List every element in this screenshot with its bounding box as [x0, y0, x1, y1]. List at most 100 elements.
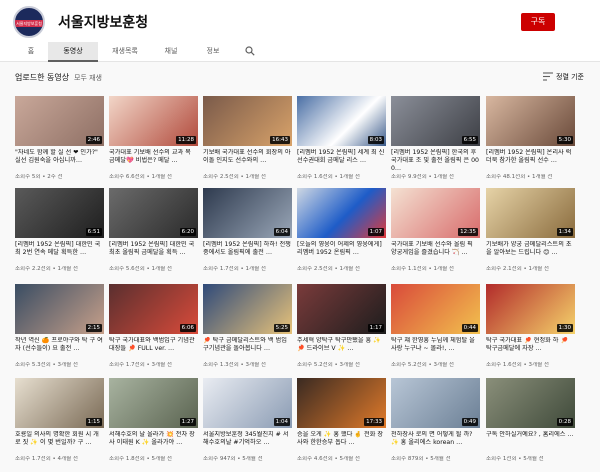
video-title[interactable]: [리멤버 1952 온림픽] 온리사 럭더북 참가한 올림픽 선수 … [486, 149, 575, 173]
video-card[interactable]: 1:34 기보배가 양궁 금메달리스트의 초을 알아보는 드립니다 😊 … 조회수 … [486, 188, 575, 282]
subscribe-button[interactable]: 구독 [521, 13, 555, 31]
video-title[interactable]: 승을 오게 ✨ 홍 했다 🤞 전화 장사와 한한승부 돕다 … [297, 431, 386, 455]
video-card[interactable]: 11:28 국가대표 기보배 선수의 교과 목 금메달💖 비법은? 메달 … 조회수… [109, 96, 198, 190]
video-card[interactable]: 5:25 🏓 탁구 금메달리스트와 백 범입구기념관을 돌아봅니다 … 조회수 1.… [203, 284, 292, 378]
video-thumbnail[interactable]: 17:33 [297, 378, 386, 428]
tab-channels[interactable]: 채널 [150, 42, 192, 62]
video-card[interactable]: 16:43 기보배 국가대표 선수의 회장의 아이돌 인지도 선수와의 … 조회수 … [203, 96, 292, 190]
video-card[interactable]: 1:07 [오늘의 영웅이 어제의 영웅에게] 리멤버 1952 온림픽 … 조회수… [297, 188, 386, 282]
video-card[interactable]: 6:51 [리멤버 1952 온림픽] 대한민 국 최 2번 연속 메달 획득한 … [15, 188, 104, 282]
video-thumbnail[interactable]: 1:04 [203, 378, 292, 428]
sort-label[interactable]: 정렬 기준 [556, 72, 584, 82]
video-title[interactable]: 호룡일 의사의 명확한 회원 시 개로 짓 ✨ 이 몇 번일까? 구 … [15, 431, 104, 455]
video-meta: 조회수 9.9천회 • 1개월 전 [391, 174, 454, 180]
video-card[interactable]: 1:17 주세혁 양탁구 탁구만됐을 흥 ✨ 🏓 드라이브 V ✨ … 조회수 5.… [297, 284, 386, 378]
sort-icon[interactable] [543, 72, 553, 81]
video-thumbnail[interactable]: 1:17 [297, 284, 386, 334]
video-duration: 1:27 [179, 418, 196, 426]
video-meta: 조회수 48.1천회 • 1개월 전 [486, 174, 553, 180]
video-card[interactable]: 0:49 천하장사 로의 면 어떻게 될 까? ✨ 홍 올리에스 korean …… [391, 378, 480, 472]
search-icon[interactable] [245, 46, 255, 56]
video-card[interactable]: 2:46 "자네도 함께 할 실 선 ❤ 인가?" 실선 김원숙을 아십니까… 조회… [15, 96, 104, 190]
video-title[interactable]: "자네도 함께 할 실 선 ❤ 인가?" 실선 김원숙을 아십니까… [15, 149, 104, 173]
video-card[interactable]: 6:04 [리멤버 1952 온림픽] 하하! 전쟁 중에서도 올림픽에 출전 …… [203, 188, 292, 282]
video-thumbnail[interactable]: 1:34 [486, 188, 575, 238]
video-duration: 8:03 [367, 136, 384, 144]
video-duration: 2:15 [85, 324, 102, 332]
video-title[interactable]: 기보배 국가대표 선수의 회장의 아이돌 인지도 선수와의 … [203, 149, 292, 173]
video-title[interactable]: 🏓 탁구 금메달리스트와 백 범입구기념관을 돌아봅니다 … [203, 337, 292, 361]
video-card[interactable]: 1:15 호룡일 의사의 명확한 회원 시 개로 짓 ✨ 이 몇 번일까? 구 …… [15, 378, 104, 472]
video-title[interactable]: 주세혁 양탁구 탁구만됐을 흥 ✨ 🏓 드라이브 V ✨ … [297, 337, 386, 361]
video-duration: 6:20 [179, 228, 196, 236]
video-card[interactable]: 5:30 [리멤버 1952 온림픽] 온리사 럭더북 참가한 올림픽 선수 … 조… [486, 96, 575, 190]
video-thumbnail[interactable]: 2:46 [15, 96, 104, 146]
video-title[interactable]: [리멤버 1952 온림픽] 세계 최 신선수권대회 금메달 리스 … [297, 149, 386, 173]
video-title[interactable]: 국가대표 기보배 선수와 올림 픽 양궁게임을 즐겼습니다 🏹 … [391, 241, 480, 265]
video-duration: 1:15 [85, 418, 102, 426]
video-duration: 1:04 [273, 418, 290, 426]
tab-playlists[interactable]: 재생목록 [100, 42, 150, 62]
video-thumbnail[interactable]: 0:49 [391, 378, 480, 428]
video-thumbnail[interactable]: 12:35 [391, 188, 480, 238]
video-card[interactable]: 12:35 국가대표 기보배 선수와 올림 픽 양궁게임을 즐겼습니다 🏹 … 조회… [391, 188, 480, 282]
video-title[interactable]: [오늘의 영웅이 어제의 영웅에게] 리멤버 1952 온림픽 … [297, 241, 386, 265]
play-all-button[interactable]: 모두 재생 [74, 73, 102, 83]
video-thumbnail[interactable]: 8:03 [297, 96, 386, 146]
video-title[interactable]: 탁구 쟤 한영흥 누님께 체험탈 을 사랑 누구냐 ~ 몰라!, … [391, 337, 480, 361]
video-thumbnail[interactable]: 5:25 [203, 284, 292, 334]
video-thumbnail[interactable]: 11:28 [109, 96, 198, 146]
video-card[interactable]: 1:30 탁구 국가대표 🏓 현정화 하 🏓 탁구금메달에 자장 … 조회수 1.6… [486, 284, 575, 378]
channel-avatar[interactable]: 서울지방보훈청 [13, 6, 45, 38]
video-duration: 16:43 [270, 136, 290, 144]
video-thumbnail[interactable]: 6:55 [391, 96, 480, 146]
video-thumbnail[interactable]: 6:51 [15, 188, 104, 238]
video-card[interactable]: 6:55 [리멤버 1952 온림픽] 한국의 후 국가대표 조 및 출전 올림픽… [391, 96, 480, 190]
video-duration: 5:25 [273, 324, 290, 332]
video-title[interactable]: 작년 역신 🍊 프로야구와 탁 구 여자 (선수들이) 요 출전 … [15, 337, 104, 361]
video-thumbnail[interactable]: 2:15 [15, 284, 104, 334]
video-title[interactable]: 서해수호의 날 올라가 💥 전차 장사 이태원 K ✨ 올라가야 … [109, 431, 198, 455]
video-card[interactable]: 6:06 탁구 국가대표와 백범입구 기념관 대장들 🏓 FULL ver. … 조… [109, 284, 198, 378]
video-title[interactable]: [리멤버 1952 온림픽] 한국의 후 국가대표 조 및 출전 올림픽 은 0… [391, 149, 480, 173]
video-thumbnail[interactable]: 6:20 [109, 188, 198, 238]
video-meta: 조회수 1.6천회 • 3개월 전 [486, 362, 549, 368]
video-title[interactable]: 국가대표 기보배 선수의 교과 목 금메달💖 비법은? 메달 … [109, 149, 198, 173]
video-thumbnail[interactable]: 0:28 [486, 378, 575, 428]
video-meta: 조회수 2.2천회 • 1개월 전 [15, 266, 78, 272]
video-duration: 1:07 [367, 228, 384, 236]
video-card[interactable]: 17:33 승을 오게 ✨ 홍 했다 🤞 전화 장사와 한한승부 돕다 … 조회수 … [297, 378, 386, 472]
video-card[interactable]: 1:27 서해수호의 날 올라가 💥 전차 장사 이태원 K ✨ 올라가야 … 조회… [109, 378, 198, 472]
video-thumbnail[interactable]: 5:30 [486, 96, 575, 146]
video-thumbnail[interactable]: 16:43 [203, 96, 292, 146]
video-thumbnail[interactable]: 0:44 [391, 284, 480, 334]
video-thumbnail[interactable]: 1:30 [486, 284, 575, 334]
video-title[interactable]: [리멤버 1952 온림픽] 대한민 국 최초 올림픽 금메달을 획득 … [109, 241, 198, 265]
video-title[interactable]: 탁구 국가대표와 백범입구 기념관 대장들 🏓 FULL ver. … [109, 337, 198, 361]
video-title[interactable]: [리멤버 1952 온림픽] 하하! 전쟁 중에서도 올림픽에 출전 … [203, 241, 292, 265]
tab-about[interactable]: 정보 [192, 42, 234, 62]
video-card[interactable]: 8:03 [리멤버 1952 온림픽] 세계 최 신선수권대회 금메달 리스 … 조… [297, 96, 386, 190]
video-meta: 조회수 947회 • 5개월 전 [203, 456, 263, 462]
video-duration: 0:28 [556, 418, 573, 426]
video-thumbnail[interactable]: 1:27 [109, 378, 198, 428]
tab-videos[interactable]: 동영상 [48, 42, 98, 62]
video-thumbnail[interactable]: 1:15 [15, 378, 104, 428]
video-title[interactable]: 서울지방보훈청 345월진치 # 서해수호의날 #기억하오 … [203, 431, 292, 455]
video-card[interactable]: 1:04 서울지방보훈청 345월진치 # 서해수호의날 #기억하오 … 조회수 9… [203, 378, 292, 472]
video-title[interactable]: 구독 안하실거예요? , 홈리에스 … [486, 431, 575, 455]
video-title[interactable]: [리멤버 1952 온림픽] 대한민 국 최 2번 연속 메달 획득한 … [15, 241, 104, 265]
video-card[interactable]: 0:44 탁구 쟤 한영흥 누님께 체험탈 을 사랑 누구냐 ~ 몰라!, … 조회… [391, 284, 480, 378]
video-card[interactable]: 2:15 작년 역신 🍊 프로야구와 탁 구 여자 (선수들이) 요 출전 … 조회… [15, 284, 104, 378]
video-thumbnail[interactable]: 6:06 [109, 284, 198, 334]
video-duration: 6:55 [461, 136, 478, 144]
tab-home[interactable]: 홈 [14, 42, 48, 62]
video-meta: 조회수 2.5천회 • 1개월 전 [297, 266, 360, 272]
video-card[interactable]: 0:28 구독 안하실거예요? , 홈리에스 … 조회수 1천회 • 5개월 전 [486, 378, 575, 472]
video-thumbnail[interactable]: 6:04 [203, 188, 292, 238]
video-title[interactable]: 천하장사 로의 면 어떻게 될 까? ✨ 홍 올리에스 korean … [391, 431, 480, 455]
video-card[interactable]: 6:20 [리멤버 1952 온림픽] 대한민 국 최초 올림픽 금메달을 획득 … [109, 188, 198, 282]
video-title[interactable]: 탁구 국가대표 🏓 현정화 하 🏓 탁구금메달에 자장 … [486, 337, 575, 361]
video-title[interactable]: 기보배가 양궁 금메달리스트의 초을 알아보는 드립니다 😊 … [486, 241, 575, 265]
video-thumbnail[interactable]: 1:07 [297, 188, 386, 238]
